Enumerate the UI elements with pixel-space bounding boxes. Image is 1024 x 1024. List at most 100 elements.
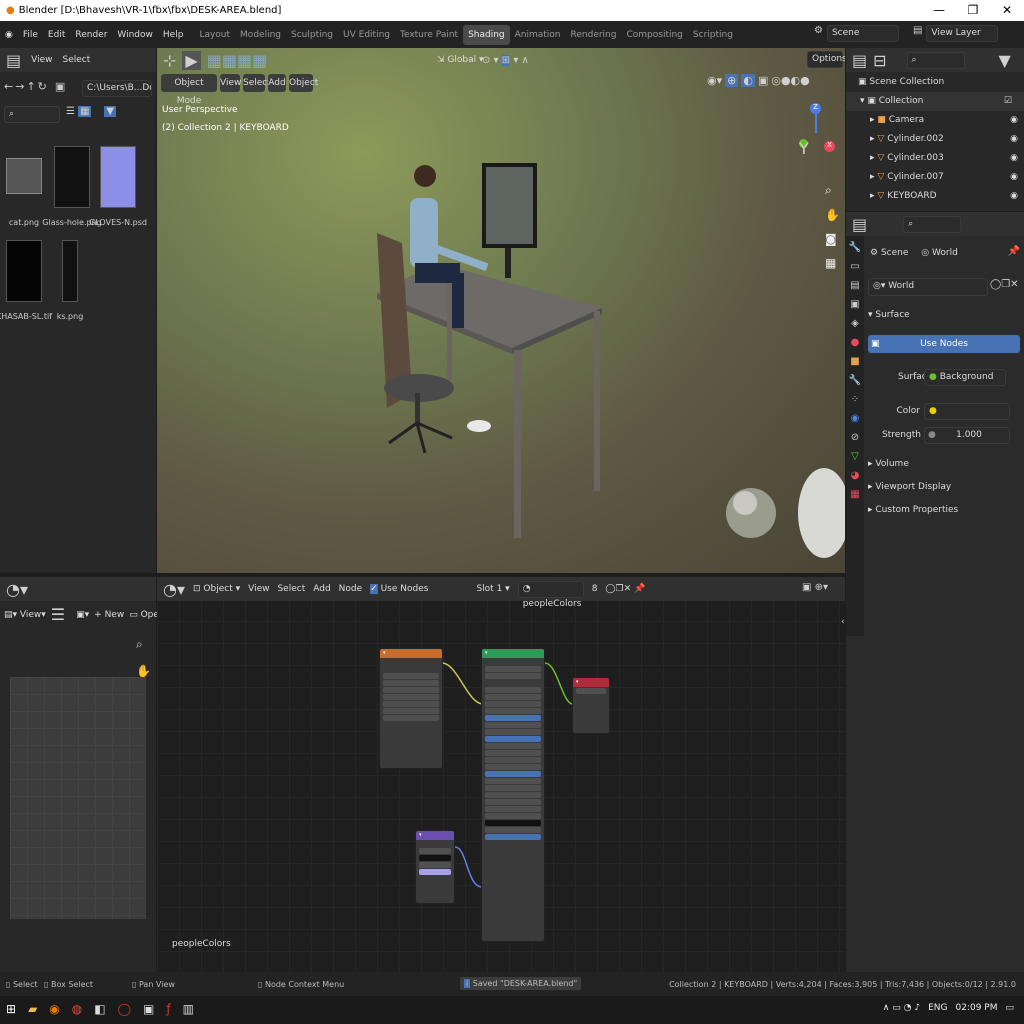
file-thumbnail-cat[interactable] [6,158,42,194]
tab-animation[interactable]: Animation [510,25,566,45]
minimize-button[interactable]: — [922,0,956,21]
file-select-menu[interactable]: Select [62,55,90,65]
3d-viewport[interactable]: ⊹ ▶ ▦▦▦▦ ⇲ Global ▾ ⊙ ▾ ⊞ ▾ ∧ Options Ob… [157,48,845,573]
outliner-row-cylinder-003[interactable]: ▸ ▽ Cylinder.003 ◉ [846,149,1024,168]
windows-start-icon[interactable]: ⊞ [6,1002,16,1016]
chrome-icon[interactable]: ◍ [72,1002,82,1016]
tab-sculpting[interactable]: Sculpting [286,25,338,45]
tab-layout[interactable]: Layout [194,25,235,45]
tray-icons[interactable]: ∧ ▭ ◔ ♪ [883,1003,920,1013]
image-texture-node[interactable]: ▾ [379,648,443,769]
view-layer-tab-icon[interactable]: ▣ [850,299,859,310]
surface-panel-toggle[interactable]: ▾ Surface [868,310,910,320]
tool-tab-icon[interactable]: 🔧 [849,242,861,253]
particles-tab-icon[interactable]: ⁘ [851,394,859,405]
normal-map-node[interactable]: ▾ [415,830,455,904]
surface-shader-field[interactable]: ● Background [924,369,1006,386]
eye-icon[interactable]: ◉ [1010,111,1018,130]
outliner-filter-icon[interactable]: ▼ [999,51,1011,70]
zoom-icon[interactable]: ⌕ [136,637,151,652]
back-arrow-icon[interactable]: ← [4,80,13,93]
world-datablock-field[interactable]: ◎▾ World [868,278,988,296]
eye-icon[interactable]: ◉ [1010,130,1018,149]
custom-properties-panel-toggle[interactable]: ▸ Custom Properties [868,505,958,515]
scene-selector[interactable]: Scene [826,25,899,42]
hamburger-menu-icon[interactable]: ☰ [51,605,65,624]
outliner-row-keyboard[interactable]: ▸ ▽ KEYBOARD ◉ [846,187,1024,206]
texture-tab-icon[interactable]: ▦ [850,489,859,500]
menu-help[interactable]: Help [158,30,189,40]
close-button[interactable]: ✕ [990,0,1024,21]
pin-icon[interactable]: 📌 [1008,246,1020,257]
file-thumbnail-ks[interactable] [62,240,78,302]
outliner-row-collection[interactable]: ▾ ▣ Collection ☑ [846,92,1024,111]
media-icon[interactable]: ▣ [143,1002,154,1016]
color-field[interactable]: ● [924,403,1010,420]
maximize-button[interactable]: ❐ [956,0,990,21]
file-search-input[interactable]: ⌕ [4,106,60,123]
strength-field[interactable]: ● 1.000 [924,427,1010,444]
sidebar-toggle-icon[interactable]: ‹ [841,617,845,627]
directory-path-field[interactable]: C:\Users\B...Documents\ [82,80,152,97]
material-output-node[interactable]: ▾ [572,677,610,734]
editor-type-icon[interactable]: ▤ [6,51,21,70]
eye-icon[interactable]: ◉ [1010,149,1018,168]
blender-menu-icon[interactable]: ◉ [0,30,18,40]
tab-compositing[interactable]: Compositing [621,25,687,45]
render-tab-icon[interactable]: ▭ [850,261,859,272]
list-view-icon[interactable]: ☰ [66,106,75,117]
menu-edit[interactable]: Edit [43,30,70,40]
refresh-icon[interactable]: ↻ [38,80,47,93]
display-mode-icon[interactable]: ⊟ [873,51,886,70]
language-indicator[interactable]: ENG [928,1003,947,1013]
uv-grid[interactable] [10,677,146,919]
properties-editor-icon[interactable]: ▤ [852,215,867,234]
file-explorer-icon[interactable]: ▰ [28,1002,37,1016]
image-browse-icon[interactable]: ▣▾ [76,610,89,620]
pan-hand-icon[interactable]: ✋ [136,664,151,678]
menu-file[interactable]: File [18,30,43,40]
notes-icon[interactable]: ▥ [183,1002,194,1016]
eye-icon[interactable]: ◉ [1010,187,1018,206]
physics-tab-icon[interactable]: ◉ [851,413,860,424]
outliner-editor-icon[interactable]: ▤ [852,51,867,70]
outliner-search-input[interactable]: ⌕ [906,51,965,69]
app-icon[interactable]: ◧ [94,1002,105,1016]
world-tab-icon[interactable]: ● [851,337,860,348]
thumbnail-view-icon[interactable]: ▦ [77,106,92,117]
file-thumbnail-gloves[interactable] [100,146,136,208]
world-datablock-controls[interactable]: ◯❐✕ [990,279,1019,290]
filezilla-icon[interactable]: ƒ [166,1002,170,1016]
clock[interactable]: 02:09 PM [955,1003,997,1013]
outliner-row-cylinder-007[interactable]: ▸ ▽ Cylinder.007 ◉ [846,168,1024,187]
image-editor-view-menu[interactable]: ▤▾ View▾ [4,610,46,620]
checkbox-icon[interactable]: ☑ [1004,92,1012,111]
properties-search-input[interactable]: ⌕ [903,215,962,233]
parent-dir-icon[interactable]: ↑ [26,80,35,93]
new-folder-icon[interactable]: ▣ [55,80,65,93]
file-thumbnail-glass-hole[interactable] [54,146,90,208]
file-thumbnail-khasab[interactable] [6,240,42,302]
notification-icon[interactable]: ▭ [1005,1003,1014,1013]
object-tab-icon[interactable]: ■ [850,356,859,367]
data-tab-icon[interactable]: ▽ [851,451,859,462]
new-image-button[interactable]: + New [94,610,124,620]
file-view-menu[interactable]: View [31,55,52,65]
eye-icon[interactable]: ◉ [1010,168,1018,187]
tab-texture-paint[interactable]: Texture Paint [395,25,463,45]
blender-taskbar-icon[interactable]: ◉ [49,1002,59,1016]
editor-type-icon[interactable]: ◔▾ [6,580,28,599]
opera-icon[interactable]: ◯ [118,1002,131,1016]
tab-shading[interactable]: Shading [463,24,510,45]
filter-icon[interactable]: ▼ [104,106,117,117]
outliner-row-scene-collection[interactable]: ▣ Scene Collection [846,73,1024,92]
menu-window[interactable]: Window [112,30,158,40]
view-layer-selector[interactable]: View Layer [926,25,999,42]
tab-scripting[interactable]: Scripting [688,25,738,45]
outliner-row-camera[interactable]: ▸ ■ Camera ◉ [846,111,1024,130]
use-nodes-button[interactable]: ▣ Use Nodes [868,335,1020,353]
principled-bsdf-node[interactable]: ▾ [481,648,545,942]
tab-modeling[interactable]: Modeling [235,25,286,45]
menu-render[interactable]: Render [70,30,112,40]
constraints-tab-icon[interactable]: ⊘ [851,432,859,443]
